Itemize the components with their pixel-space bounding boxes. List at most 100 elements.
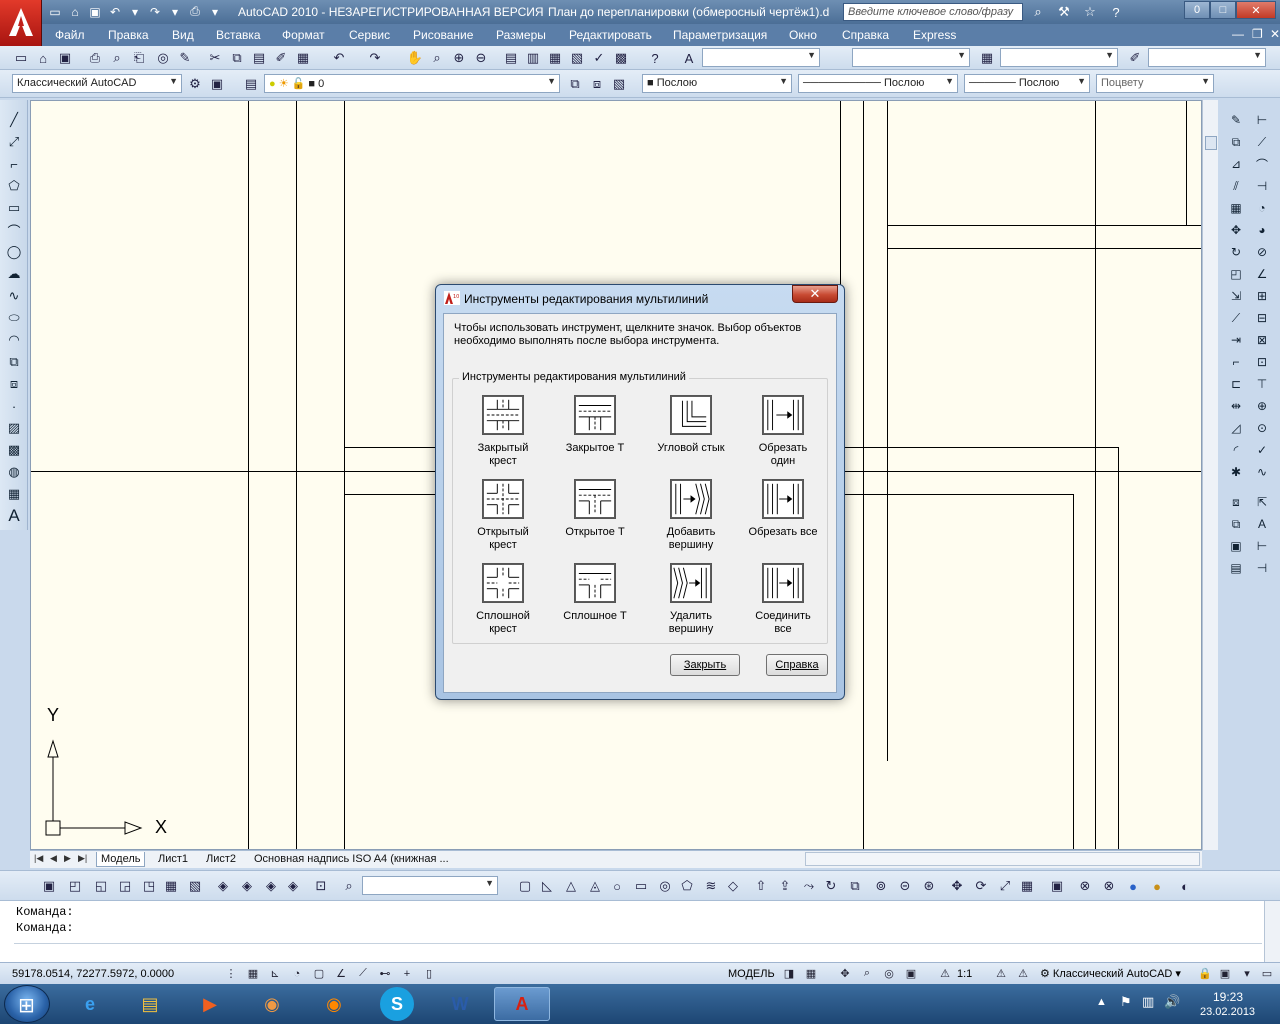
ellipse-icon[interactable]: ⬭ — [4, 308, 24, 328]
inspection-icon[interactable]: ✓ — [1252, 440, 1272, 460]
match-properties-icon[interactable]: ✐ — [272, 49, 290, 67]
dialog-close-button[interactable]: ✕ — [792, 285, 838, 303]
front-view-icon[interactable]: ▦ — [162, 877, 180, 895]
markup-icon[interactable]: ✓ — [590, 49, 608, 67]
workspace-switch[interactable]: ⚙ Классический AutoCAD ▾ — [1040, 967, 1181, 980]
top-view-icon[interactable]: ◰ — [66, 877, 84, 895]
dim-style-select[interactable]: ▼ — [852, 48, 970, 67]
pan-status-icon[interactable]: ✥ — [836, 965, 854, 982]
ne-iso-icon[interactable]: ◈ — [262, 877, 280, 895]
torus-icon[interactable]: ◎ — [656, 877, 674, 895]
prev-tab-icon[interactable]: ◀ — [50, 853, 57, 864]
circle-icon[interactable]: ◯ — [4, 242, 24, 262]
workspace-settings-icon[interactable]: ⚙ — [186, 75, 204, 93]
radius-dim-icon[interactable]: ◔ — [1252, 198, 1272, 218]
menu-format[interactable]: Формат — [282, 28, 325, 42]
break-point-icon[interactable]: ⌐ — [1226, 352, 1246, 372]
tool-palettes-icon[interactable]: ▦ — [546, 49, 564, 67]
menu-express[interactable]: Express — [913, 28, 956, 42]
zoom-previous-icon[interactable]: ⊖ — [472, 49, 490, 67]
lwt-icon[interactable]: + — [398, 965, 416, 982]
sheet-set-icon[interactable]: ▧ — [568, 49, 586, 67]
zoom-window-icon[interactable]: ⊕ — [450, 49, 468, 67]
3d-hidden-icon[interactable]: ⊗ — [1100, 877, 1118, 895]
explorer-folder-icon[interactable]: ▤ — [122, 987, 178, 1021]
cone-icon[interactable]: △ — [562, 877, 580, 895]
chamfer-icon[interactable]: ◿ — [1226, 418, 1246, 438]
save-icon[interactable]: ▣ — [86, 3, 104, 20]
tool-closed-cross[interactable]: Закрытый крест — [457, 395, 549, 468]
rotate-icon[interactable]: ↻ — [1226, 242, 1246, 262]
3d-array-icon[interactable]: ▦ — [1018, 877, 1036, 895]
grid-icon[interactable]: ▦ — [244, 965, 262, 982]
menu-draw[interactable]: Рисование — [413, 28, 473, 42]
visual-style-manager-icon[interactable]: ◐ — [1176, 877, 1194, 895]
quick-view-drawings-icon[interactable]: ▦ — [802, 965, 820, 982]
binoculars-icon[interactable]: ⌕ — [1027, 3, 1049, 21]
rectangle-icon[interactable]: ▭ — [4, 198, 24, 218]
tab-model[interactable]: Модель — [96, 852, 146, 867]
3d-dwf-icon[interactable]: ◎ — [154, 49, 172, 67]
showmotion-icon[interactable]: ▣ — [902, 965, 920, 982]
back-view-icon[interactable]: ▧ — [186, 877, 204, 895]
3d-move-icon[interactable]: ✥ — [948, 877, 966, 895]
design-center-icon[interactable]: ▥ — [524, 49, 542, 67]
layer-previous-icon[interactable]: ⧈ — [588, 75, 606, 93]
coordinates-display[interactable]: 59178.0514, 72277.5972, 0.0000 — [12, 968, 174, 980]
annotation-scale-icon[interactable]: ⚠ — [936, 965, 954, 982]
presspull-icon[interactable]: ⇪ — [776, 877, 794, 895]
layer-select[interactable]: ● ☀ 🔓 ■ 0 ▼ — [264, 74, 560, 93]
zoom-realtime-icon[interactable]: ⌕ — [428, 49, 446, 67]
diameter-dim-icon[interactable]: ⊘ — [1252, 242, 1272, 262]
lock-ui-icon[interactable]: 🔒 — [1196, 965, 1214, 982]
qnew-icon[interactable]: ▭ — [12, 49, 30, 67]
new-file-icon[interactable]: ▭ — [46, 3, 64, 20]
text-style-select[interactable]: ▼ — [702, 48, 820, 67]
stretch-icon[interactable]: ⇲ — [1226, 286, 1246, 306]
bring-front-icon[interactable]: ⧉ — [1226, 514, 1246, 534]
search-input[interactable]: Введите ключевое слово/фразу — [843, 3, 1023, 21]
menu-view[interactable]: Вид — [172, 28, 194, 42]
mleader-style-icon[interactable]: ✐ — [1126, 49, 1144, 67]
3d-align-icon[interactable]: ⤢ — [996, 877, 1014, 895]
offset-icon[interactable]: ⫽ — [1226, 176, 1246, 196]
spline-icon[interactable]: ∿ — [4, 286, 24, 306]
chrome-icon[interactable]: ◉ — [244, 987, 300, 1021]
minimize-button[interactable]: 0 — [1184, 1, 1210, 19]
pyramid-icon[interactable]: ◬ — [586, 877, 604, 895]
sphere-icon[interactable]: ○ — [608, 877, 626, 895]
sw-iso-icon[interactable]: ◈ — [214, 877, 232, 895]
undo-icon[interactable]: ↶ — [330, 49, 348, 67]
copy-icon[interactable]: ⧉ — [228, 49, 246, 67]
revolve-icon[interactable]: ↻ — [822, 877, 840, 895]
doc-minimize-icon[interactable]: — — [1232, 27, 1244, 41]
linear-dim-icon[interactable]: ⊢ — [1252, 110, 1272, 130]
polar-icon[interactable]: ◔ — [288, 965, 306, 982]
plot-preview-icon[interactable]: ⌕ — [108, 49, 126, 67]
snap-icon[interactable]: ⋮ — [222, 965, 240, 982]
polyline-icon[interactable]: ⌐ — [4, 154, 24, 174]
loft-icon[interactable]: ⧉ — [846, 877, 864, 895]
internet-explorer-icon[interactable]: e — [62, 987, 118, 1021]
dim-style-icon[interactable]: ⊣ — [1252, 558, 1272, 578]
construction-line-icon[interactable]: ⤢ — [4, 132, 24, 152]
text-style-icon[interactable]: A — [680, 49, 698, 67]
command-scrollbar[interactable] — [1264, 901, 1280, 963]
first-tab-icon[interactable]: |◀ — [34, 853, 43, 864]
fillet-icon[interactable]: ◜ — [1226, 440, 1246, 460]
qa-dropdown-icon[interactable]: ▾ — [206, 3, 224, 20]
tool-closed-tee[interactable]: Закрытое Т — [549, 395, 641, 455]
clean-screen-icon[interactable]: ▭ — [1258, 965, 1276, 982]
copy-object-icon[interactable]: ⧉ — [1226, 132, 1246, 152]
dialog-help-button[interactable]: Справка — [766, 654, 828, 676]
tool-corner-joint[interactable]: Угловой стык — [645, 395, 737, 455]
restore-button[interactable]: □ — [1210, 1, 1236, 19]
action-center-icon[interactable]: ⚑ — [1120, 994, 1132, 1010]
annotation-visibility-icon[interactable]: ⚠ — [992, 965, 1010, 982]
otrack-icon[interactable]: ∠ — [332, 965, 350, 982]
table-style-select[interactable]: ▼ — [1000, 48, 1118, 67]
layer-states-icon[interactable]: ▧ — [610, 75, 628, 93]
undo-dropdown-icon[interactable]: ▾ — [126, 3, 144, 20]
tool-open-tee[interactable]: Открытое Т — [549, 479, 641, 539]
tool-open-cross[interactable]: Открытый крест — [457, 479, 549, 552]
